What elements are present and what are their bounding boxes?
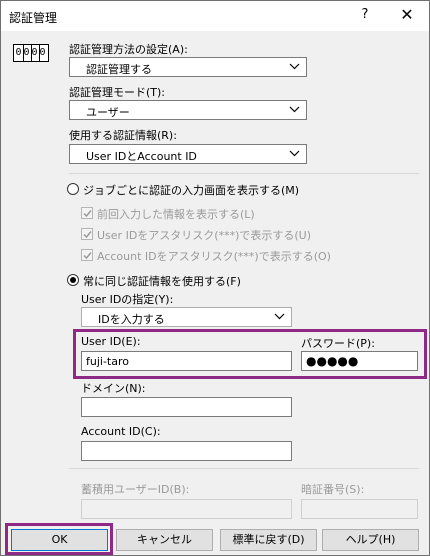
per-job-radio[interactable] (67, 183, 79, 195)
auth-info-value: User IDとAccount ID (86, 150, 197, 163)
chevron-down-icon (274, 313, 285, 320)
pin-field[interactable] (301, 499, 418, 519)
mask-user-id-label: User IDをアスタリスク(***)で表示する(U) (97, 229, 311, 242)
password-label: パスワード(P): (301, 337, 375, 350)
domain-label: ドメイン(N): (81, 382, 146, 395)
password-value: ●●●●● (306, 354, 359, 368)
chevron-down-icon (289, 106, 300, 113)
user-id-spec-select[interactable]: IDを入力する (81, 307, 292, 327)
user-id-value: fuji-taro (86, 355, 129, 368)
always-same-radio-label: 常に同じ認証情報を使用する(F) (83, 275, 241, 288)
per-job-radio-label: ジョブごとに認証の入力画面を表示する(M) (83, 184, 300, 197)
storage-user-id-field[interactable] (81, 499, 292, 519)
auth-info-select[interactable]: User IDとAccount ID (69, 144, 307, 164)
user-id-spec-value: IDを入力する (98, 313, 165, 326)
counter-icon: 0000 (13, 44, 49, 62)
cancel-button[interactable]: キャンセル (116, 529, 213, 551)
auth-method-select[interactable]: 認証管理する (69, 57, 307, 77)
mask-account-id-checkbox[interactable] (81, 249, 93, 261)
restore-default-button[interactable]: 標準に戻す(D) (220, 529, 317, 551)
mask-user-id-checkbox[interactable] (81, 228, 93, 240)
remember-previous-label: 前回入力した情報を表示する(L) (97, 208, 255, 221)
auth-mode-label: 認証管理モード(T): (69, 86, 166, 99)
account-id-label: Account ID(C): (81, 425, 161, 438)
auth-method-value: 認証管理する (86, 63, 152, 76)
chevron-down-icon (289, 63, 300, 70)
title-bar: 認証管理 ? ✕ (1, 1, 429, 31)
account-id-field[interactable] (81, 441, 292, 461)
user-id-field[interactable]: fuji-taro (81, 351, 292, 371)
domain-field[interactable] (81, 397, 292, 417)
pin-label: 暗証番号(S): (301, 483, 365, 496)
close-button[interactable]: ✕ (398, 5, 416, 24)
help-question-button[interactable]: ? (357, 7, 373, 22)
mask-account-id-label: Account IDをアスタリスク(***)で表示する(O) (97, 250, 331, 263)
password-field[interactable]: ●●●●● (301, 351, 418, 371)
auth-method-label: 認証管理方法の設定(A): (69, 43, 188, 56)
chevron-down-icon (289, 150, 300, 157)
auth-info-label: 使用する認証情報(R): (69, 129, 177, 142)
auth-mode-select[interactable]: ユーザー (69, 100, 307, 120)
ok-button[interactable]: OK (11, 529, 108, 551)
help-button[interactable]: ヘルプ(H) (322, 529, 419, 551)
always-same-radio[interactable] (67, 274, 79, 286)
user-id-label: User ID(E): (81, 335, 141, 348)
dialog-title: 認証管理 (9, 11, 58, 25)
auth-management-dialog: 認証管理 ? ✕ 0000 認証管理方法の設定(A): 認証管理する 認証管理モ… (0, 0, 430, 556)
separator (69, 173, 419, 174)
separator (69, 468, 419, 469)
remember-previous-checkbox[interactable] (81, 207, 93, 219)
user-id-spec-label: User IDの指定(Y): (81, 293, 174, 306)
auth-mode-value: ユーザー (86, 106, 130, 119)
storage-user-id-label: 蓄積用ユーザーID(B): (81, 483, 190, 496)
